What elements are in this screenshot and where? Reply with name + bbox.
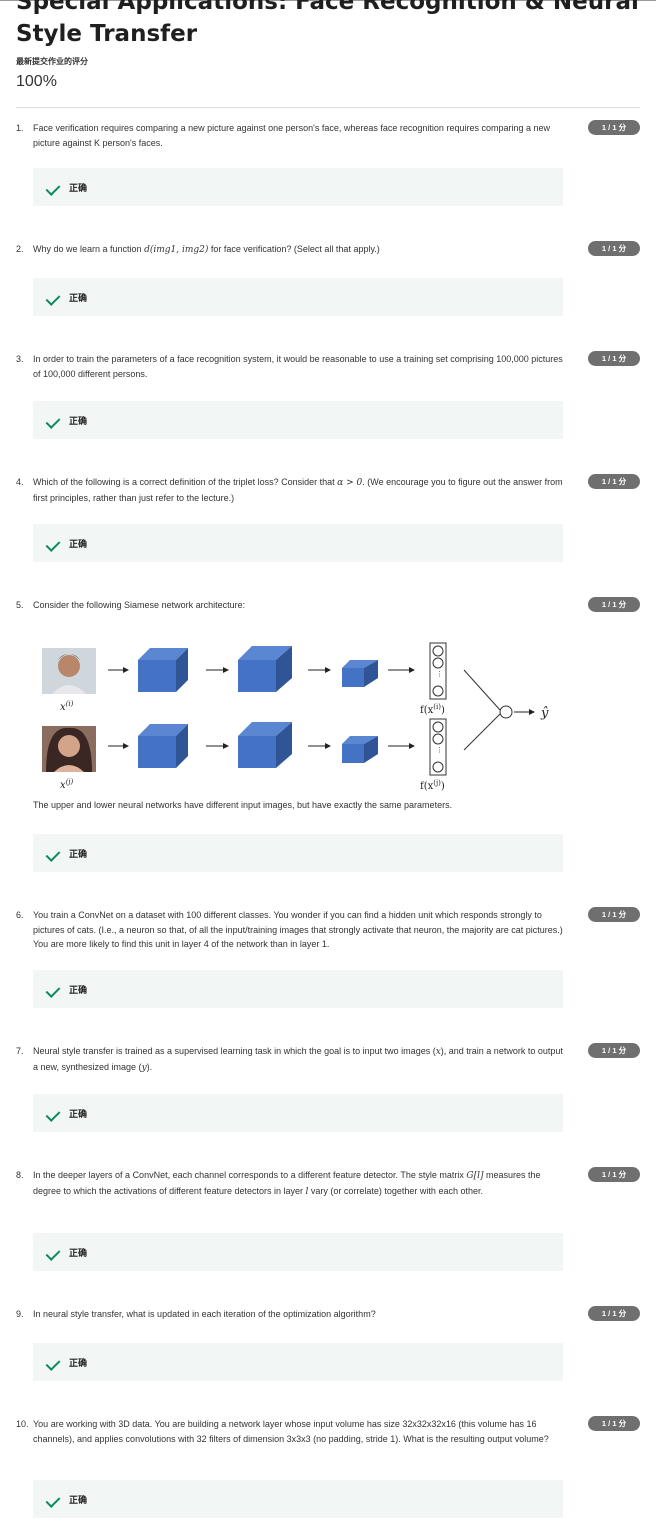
score-badge: 1 / 1 分 bbox=[588, 1306, 640, 1321]
question-text: Which of the following is a correct defi… bbox=[33, 477, 563, 503]
divider bbox=[16, 107, 640, 108]
question-text: You are working with 3D data. You are bu… bbox=[33, 1419, 549, 1444]
score-badge: 1 / 1 分 bbox=[588, 351, 640, 366]
score-badge: 1 / 1 分 bbox=[588, 474, 640, 489]
lower-input-label: x(j) bbox=[60, 778, 74, 791]
siamese-network-diagram: x(i) ⋮ f(x(i)) x(j) ⋮ f(x(j)) ŷ bbox=[42, 642, 549, 792]
upper-output-label: f(x(i)) bbox=[420, 703, 445, 716]
correct-label: 正确 bbox=[69, 985, 88, 995]
grade-label: 最新提交作业的评分 bbox=[16, 57, 88, 66]
correct-feedback: 正确 bbox=[33, 1233, 563, 1271]
question-number: 10. bbox=[16, 1419, 29, 1429]
formula: G[l] bbox=[466, 1171, 484, 1181]
question-number: 6. bbox=[16, 910, 24, 920]
check-icon bbox=[45, 537, 61, 552]
correct-feedback: 正确 bbox=[33, 1343, 563, 1381]
score-badge: 1 / 1 分 bbox=[588, 597, 640, 612]
correct-label: 正确 bbox=[69, 183, 88, 193]
lower-face-photo bbox=[42, 726, 96, 772]
lower-encoding-vector: ⋮ bbox=[429, 718, 447, 776]
score-badge: 1 / 1 分 bbox=[588, 241, 640, 256]
check-icon bbox=[45, 983, 61, 998]
check-icon bbox=[45, 1107, 61, 1122]
score-badge: 1 / 1 分 bbox=[588, 1416, 640, 1431]
score-badge: 1 / 1 分 bbox=[588, 1167, 640, 1182]
correct-label: 正确 bbox=[69, 293, 88, 303]
lower-cube-3 bbox=[342, 736, 378, 763]
question-text: You train a ConvNet on a dataset with 10… bbox=[33, 910, 563, 949]
question-number: 7. bbox=[16, 1046, 24, 1056]
question-text: Face verification requires comparing a n… bbox=[33, 123, 550, 148]
score-badge: 1 / 1 分 bbox=[588, 907, 640, 922]
svg-text:⋮: ⋮ bbox=[436, 747, 443, 754]
question-number: 4. bbox=[16, 477, 24, 487]
correct-label: 正确 bbox=[69, 1358, 88, 1368]
upper-input-label: x(i) bbox=[60, 700, 74, 713]
correct-label: 正确 bbox=[69, 849, 88, 859]
output-label: ŷ bbox=[540, 706, 549, 721]
correct-label: 正确 bbox=[69, 416, 88, 426]
check-icon bbox=[45, 414, 61, 429]
correct-feedback: 正确 bbox=[33, 401, 563, 439]
question-text: Neural style transfer is trained as a su… bbox=[33, 1046, 563, 1073]
question-number: 8. bbox=[16, 1170, 24, 1180]
check-icon bbox=[45, 1493, 61, 1508]
question-text: In neural style transfer, what is update… bbox=[33, 1309, 376, 1319]
upper-cube-1 bbox=[138, 648, 188, 692]
question-number: 5. bbox=[16, 600, 24, 610]
correct-feedback: 正确 bbox=[33, 1480, 563, 1518]
check-icon bbox=[45, 181, 61, 196]
score-badge: 1 / 1 分 bbox=[588, 1043, 640, 1058]
question-number: 1. bbox=[16, 123, 24, 133]
correct-feedback: 正确 bbox=[33, 524, 563, 562]
lower-cube-2 bbox=[238, 722, 292, 768]
question-number: 9. bbox=[16, 1309, 24, 1319]
question-number: 2. bbox=[16, 244, 24, 254]
check-icon bbox=[45, 1246, 61, 1261]
grade-value: 100% bbox=[16, 73, 57, 90]
correct-feedback: 正确 bbox=[33, 970, 563, 1008]
question-text: Consider the following Siamese network a… bbox=[33, 600, 246, 610]
check-icon bbox=[45, 1356, 61, 1371]
upper-face-photo bbox=[42, 648, 96, 694]
formula: d(img1, img2) bbox=[144, 245, 209, 255]
correct-feedback: 正确 bbox=[33, 278, 563, 316]
upper-encoding-vector: ⋮ bbox=[429, 642, 447, 700]
correct-label: 正确 bbox=[69, 1495, 88, 1505]
question-number: 3. bbox=[16, 354, 24, 364]
correct-feedback: 正确 bbox=[33, 834, 563, 872]
check-icon bbox=[45, 847, 61, 862]
upper-cube-2 bbox=[238, 646, 292, 692]
formula: α > 0 bbox=[337, 478, 363, 488]
page-title: Special Applications: Face Recognition &… bbox=[16, 0, 639, 47]
svg-text:⋮: ⋮ bbox=[436, 671, 443, 678]
output-neuron bbox=[499, 705, 513, 719]
upper-cube-3 bbox=[342, 660, 378, 687]
correct-feedback: 正确 bbox=[33, 168, 563, 206]
correct-label: 正确 bbox=[69, 1248, 88, 1258]
correct-label: 正确 bbox=[69, 1109, 88, 1119]
correct-feedback: 正确 bbox=[33, 1094, 563, 1132]
score-badge: 1 / 1 分 bbox=[588, 120, 640, 135]
lower-cube-1 bbox=[138, 724, 188, 768]
correct-label: 正确 bbox=[69, 539, 88, 549]
question-text: Why do we learn a function d(img1, img2)… bbox=[33, 244, 380, 255]
question-text: In the deeper layers of a ConvNet, each … bbox=[33, 1170, 541, 1197]
check-icon bbox=[45, 291, 61, 306]
diagram-caption: The upper and lower neural networks have… bbox=[33, 800, 453, 810]
question-text: In order to train the parameters of a fa… bbox=[33, 354, 563, 379]
lower-output-label: f(x(j)) bbox=[420, 779, 445, 792]
